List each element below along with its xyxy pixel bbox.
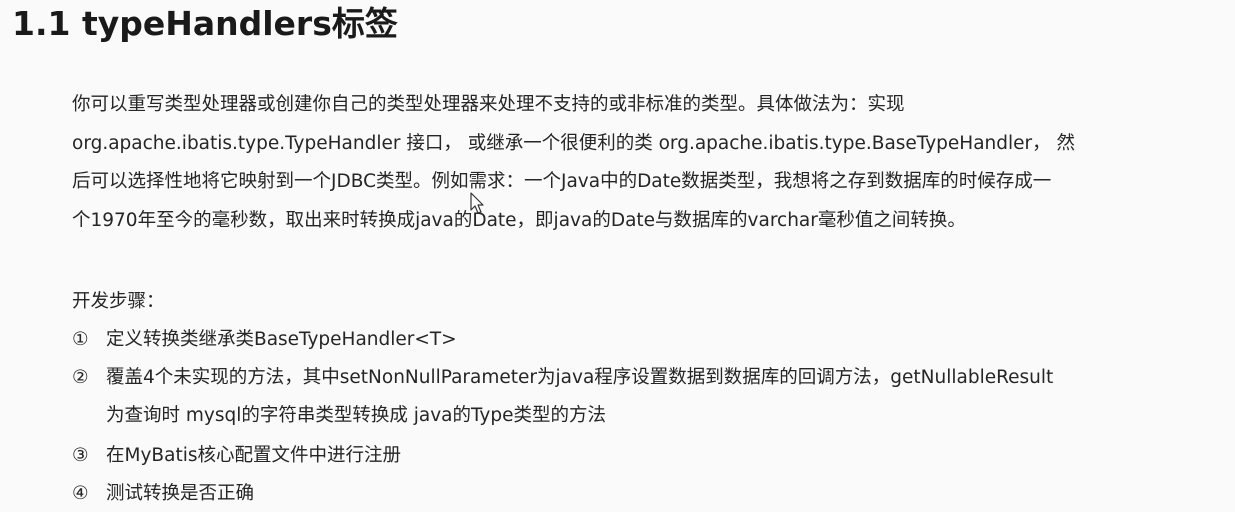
step-item-3: ③ 在MyBatis核心配置文件中进行注册	[72, 437, 401, 475]
step-text: 在MyBatis核心配置文件中进行注册	[106, 445, 401, 466]
step-text: 定义转换类继承类BaseTypeHandler<T>	[106, 329, 457, 350]
step-item-4: ④ 测试转换是否正确	[72, 475, 254, 512]
step-item-1: ① 定义转换类继承类BaseTypeHandler<T>	[72, 321, 457, 359]
description-paragraph: 你可以重写类型处理器或创建你自己的类型处理器来处理不支持的或非标准的类型。具体做…	[72, 86, 1076, 240]
document-page: 1.1 typeHandlers标签 你可以重写类型处理器或创建你自己的类型处理…	[0, 0, 1235, 512]
paragraph-line-4: 个1970年至今的毫秒数，取出来时转换成java的Date，即java的Date…	[72, 209, 966, 231]
step-number: ②	[72, 367, 89, 388]
mouse-cursor-icon	[470, 192, 484, 214]
step-text: 覆盖4个未实现的方法，其中setNonNullParameter为java程序设…	[106, 367, 1054, 388]
step-text: 测试转换是否正确	[106, 483, 255, 504]
step-number: ③	[72, 445, 89, 466]
step-item-2: ② 覆盖4个未实现的方法，其中setNonNullParameter为java程序…	[72, 359, 1053, 397]
step-number: ①	[72, 329, 89, 350]
page-title: 1.1 typeHandlers标签	[12, 4, 398, 43]
steps-heading: 开发步骤：	[72, 291, 165, 312]
step-number: ④	[72, 483, 89, 504]
step-item-2-continuation: 为查询时 mysql的字符串类型转换成 java的Type类型的方法	[106, 405, 607, 426]
paragraph-line-3: 后可以选择性地将它映射到一个JDBC类型。例如需求：一个Java中的Date数据…	[72, 171, 1052, 192]
paragraph-line-1: 你可以重写类型处理器或创建你自己的类型处理器来处理不支持的或非标准的类型。具体做…	[72, 94, 905, 115]
paragraph-line-2: org.apache.ibatis.type.TypeHandler 接口， 或…	[72, 132, 1076, 154]
